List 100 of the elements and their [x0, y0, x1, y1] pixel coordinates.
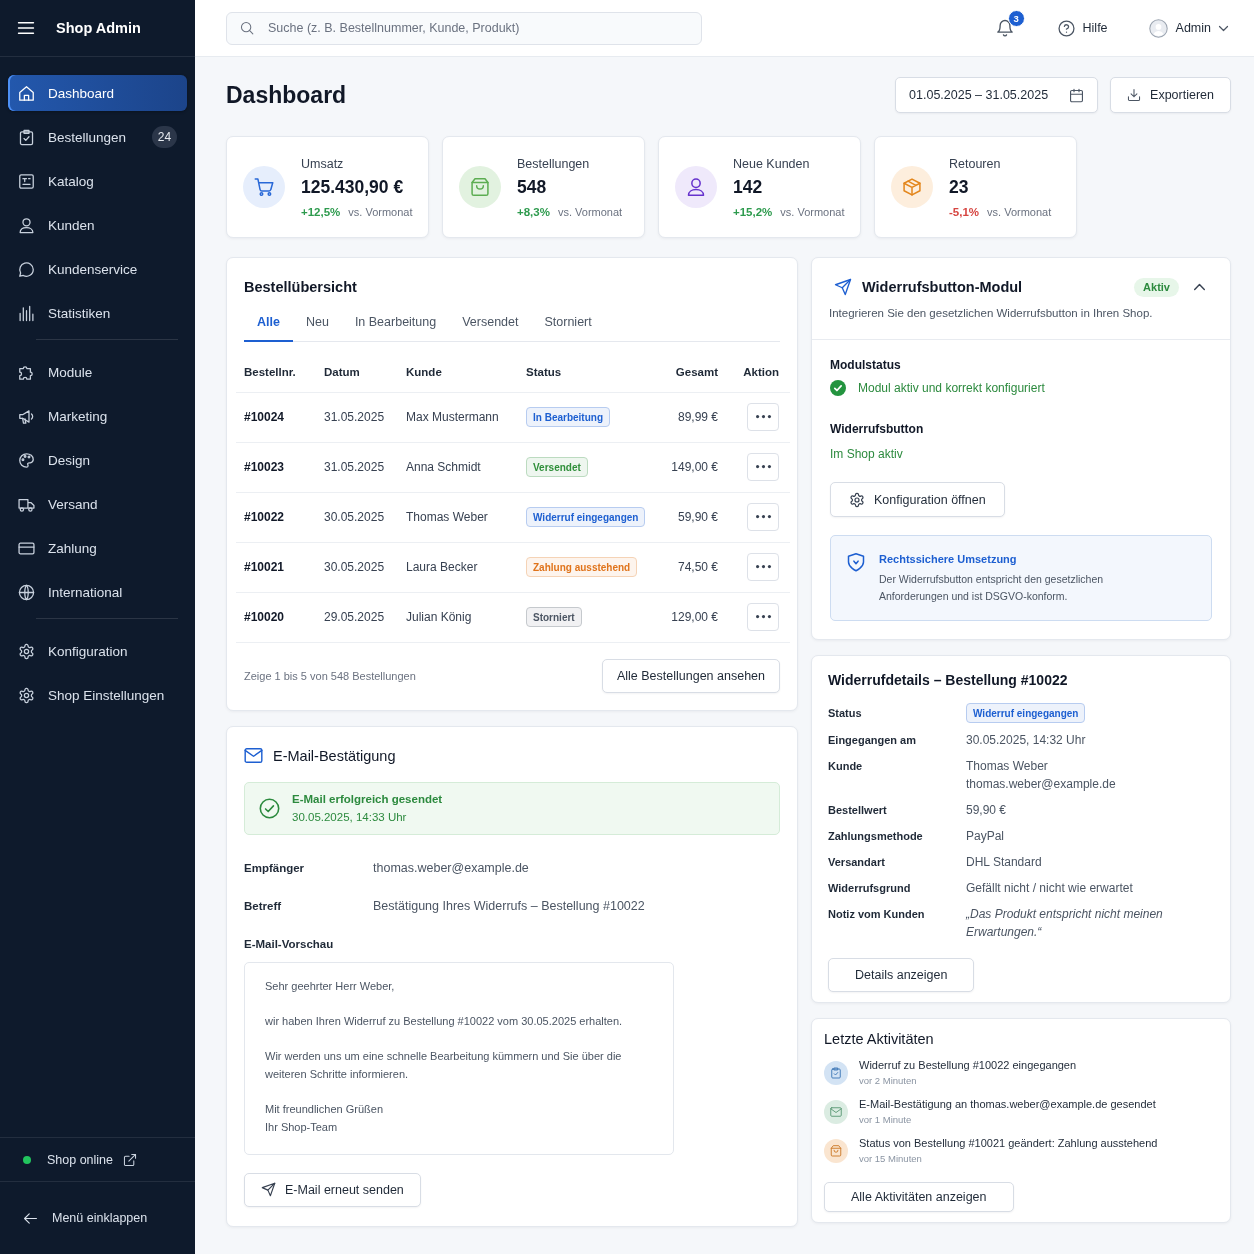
bell-icon[interactable] [995, 19, 1014, 37]
search-field[interactable]: Suche (z. B. Bestellnummer, Kunde, Produkt) [226, 11, 702, 45]
document-icon [18, 172, 35, 190]
sidebar-item[interactable]: Konfiguration [8, 633, 187, 669]
search-icon [240, 21, 254, 35]
sidebar-item[interactable]: Versand [8, 486, 187, 522]
sidebar-item[interactable]: Design [8, 442, 187, 478]
stat-label: Neue Kunden [733, 156, 811, 173]
more-icon [755, 515, 771, 519]
order-total: 89,99 € [658, 392, 726, 442]
globe-icon [18, 583, 35, 601]
download-icon [1127, 88, 1142, 102]
customer-note: „Das Produkt entspricht nicht meinen Erwartungen.“ [966, 906, 1164, 941]
tab[interactable]: Storniert [531, 304, 605, 342]
detail-value: DHL Standard [966, 854, 1043, 871]
email-paragraph: wir haben Ihren Widerruf zu Bestellung #10022 vom 30.05.2025 erhalten. [265, 1013, 624, 1029]
date-range-button[interactable]: 01.05.2025 – 31.05.2025 [895, 77, 1099, 113]
section-label: Modulstatus [830, 358, 902, 372]
tab[interactable]: Versendet [449, 304, 532, 342]
tab[interactable]: In Bearbeitung [341, 304, 450, 342]
sent-time: 30.05.2025, 14:33 Uhr [292, 810, 408, 825]
email-paragraph: Sehr geehrter Herr Weber, [265, 978, 396, 994]
sidebar-item[interactable]: Dashboard [8, 75, 187, 111]
field-value: thomas.weber@example.de [373, 859, 530, 876]
order-date: 31.05.2025 [316, 392, 398, 442]
calendar-icon [1069, 87, 1085, 103]
detail-value: PayPal [966, 828, 1006, 845]
stat-value: 125.430,90 € [301, 176, 405, 198]
detail-value: Thomas Weber [966, 758, 1049, 775]
tab[interactable]: Alle [244, 304, 293, 342]
sidebar-item[interactable]: International [8, 574, 187, 610]
user-icon [18, 216, 35, 234]
stat-comparison: vs. Vormonat [348, 205, 413, 220]
settings-icon [849, 491, 865, 508]
export-button[interactable]: Exportieren [1110, 77, 1231, 113]
column-header: Datum [316, 342, 398, 392]
status-badge: Aktiv [1134, 277, 1179, 297]
view-all-orders-button[interactable]: Alle Bestellungen ansehen [601, 658, 780, 693]
stat-change: -5,1% [949, 205, 980, 220]
status-text: Im Shop aktiv [830, 446, 903, 462]
sidebar-item[interactable]: Kunden [8, 207, 187, 243]
detail-label: Widerrufsgrund [828, 881, 912, 896]
chevron-down-icon [1219, 25, 1228, 31]
row-actions-button[interactable] [747, 503, 779, 531]
bar-chart-icon [18, 304, 35, 322]
detail-label: Notiz vom Kunden [828, 907, 926, 922]
detail-value: Gefällt nicht / nicht wie erwartet [966, 880, 1134, 897]
shop-status: Shop online [47, 1152, 114, 1167]
status-badge: Widerruf eingegangen [966, 703, 1086, 723]
collapse-menu-button[interactable]: Menü einklappen [0, 1181, 195, 1254]
pagination-summary: Zeige 1 bis 5 von 548 Bestellungen [244, 669, 416, 682]
paper-plane-icon [834, 278, 852, 296]
sidebar-item[interactable]: Zahlung [8, 530, 187, 566]
show-details-button[interactable]: Details anzeigen [828, 958, 975, 992]
detail-label: Versandart [828, 855, 886, 870]
column-header: Bestellnr. [236, 342, 316, 392]
chevron-up-icon[interactable] [1194, 284, 1205, 290]
email-paragraph: Wir werden uns um eine schnelle Bearbeitung kümmern und Sie über die weiteren Schritte informieren. [265, 1048, 623, 1082]
customer-name: Thomas Weber [398, 492, 518, 542]
menu-icon[interactable] [17, 19, 35, 37]
column-header: Kunde [398, 342, 518, 392]
mail-icon [244, 746, 263, 765]
detail-label: Kunde [828, 759, 864, 774]
card-title: Letzte Aktivitäten [824, 1030, 935, 1048]
stat-change: +15,2% [733, 205, 773, 220]
status-badge: In Bearbeitung [526, 407, 610, 427]
help-link[interactable]: Hilfe [1057, 19, 1108, 37]
sidebar-item[interactable]: Marketing [8, 398, 187, 434]
sidebar-item[interactable]: Module [8, 354, 187, 390]
column-header: Aktion [726, 342, 790, 392]
sidebar-item[interactable]: Kundenservice [8, 251, 187, 287]
user-menu[interactable]: Admin [1148, 18, 1228, 38]
row-actions-button[interactable] [747, 403, 779, 431]
resend-email-button[interactable]: E-Mail erneut senden [244, 1172, 421, 1207]
count-badge: 24 [152, 126, 177, 148]
order-date: 30.05.2025 [316, 542, 398, 592]
sidebar-item[interactable]: Katalog [8, 163, 187, 199]
sidebar-item[interactable]: Statistiken [8, 295, 187, 331]
external-link-icon[interactable] [123, 1152, 138, 1167]
order-total: 149,00 € [658, 442, 726, 492]
row-actions-button[interactable] [747, 553, 779, 581]
row-actions-button[interactable] [747, 453, 779, 481]
open-configuration-button[interactable]: Konfiguration öffnen [830, 482, 1005, 517]
tab[interactable]: Neu [292, 304, 342, 342]
puzzle-icon [18, 363, 35, 381]
status-badge: Zahlung ausstehend [526, 557, 638, 577]
stat-change: +8,3% [517, 205, 550, 220]
stat-value: 548 [517, 176, 548, 198]
sidebar-item[interactable]: Bestellungen 24 [8, 119, 187, 155]
order-number: #10024 [236, 392, 316, 442]
sidebar-item[interactable]: Shop Einstellungen [8, 677, 187, 713]
card-description: Integrieren Sie den gesetzlichen Widerrufsbutton in Ihren Shop. [829, 306, 1154, 320]
stat-label: Retouren [949, 156, 1002, 173]
all-activities-button[interactable]: Alle Aktivitäten anzeigen [824, 1182, 1014, 1212]
settings-icon [18, 642, 35, 660]
status-badge: Versendet [526, 457, 588, 477]
order-number: #10022 [236, 492, 316, 542]
detail-value: thomas.weber@example.de [966, 776, 1117, 793]
row-actions-button[interactable] [747, 603, 779, 631]
section-label: Widerrufsbutton [830, 422, 925, 436]
